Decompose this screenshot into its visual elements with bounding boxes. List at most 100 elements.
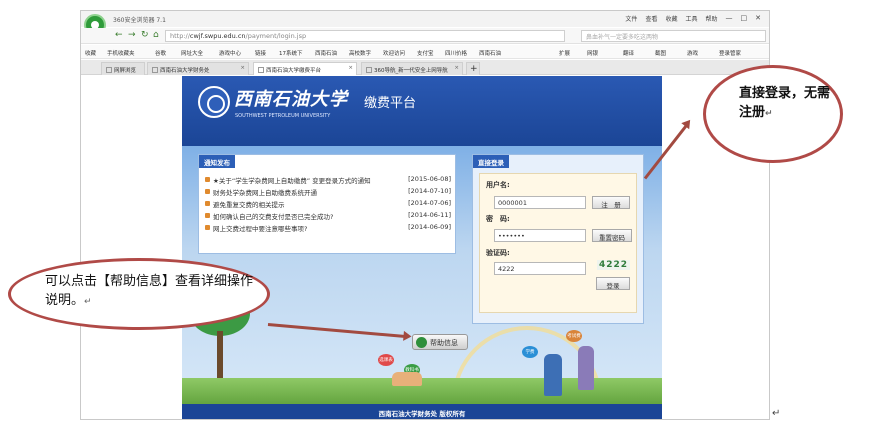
callout-register-label: 直接登录，无需注册 xyxy=(739,86,831,120)
news-title[interactable]: ★关于“学生学杂费网上自助缴费” 变更登录方式的通知 xyxy=(213,175,371,185)
bookmark-item[interactable]: 17系统下 xyxy=(279,49,303,57)
news-item[interactable]: 财务处学杂费网上自助缴费系统开通 [2014-07-10] xyxy=(205,187,451,199)
tab-label: 西南石油大学缴费平台 xyxy=(266,68,322,74)
bookmark-item[interactable]: 西南石油 xyxy=(479,49,501,57)
tab-payment-platform[interactable]: 西南石油大学缴费平台 × xyxy=(253,62,357,75)
refresh-icon[interactable]: ↻ xyxy=(141,30,149,40)
news-title[interactable]: 如何确认自己的交费支付是否已完全成功? xyxy=(213,211,333,221)
student-reading-illustration xyxy=(392,372,422,386)
news-item[interactable]: 网上交费过程中要注意哪些事项? [2014-06-09] xyxy=(205,223,451,235)
page-icon xyxy=(106,67,112,73)
university-emblem-icon xyxy=(198,86,230,118)
address-bar[interactable]: http://cwjf.swpu.edu.cn/payment/login.js… xyxy=(165,30,565,42)
login-panel: 直接登录 用户名: 0000001 注 册 密 码: ••••••• 重置密码 … xyxy=(472,154,644,324)
bookmark-item[interactable]: 支付宝 xyxy=(417,49,434,57)
search-input[interactable]: 鼻血补气一定要多吃这两物 xyxy=(581,30,766,42)
captcha-image[interactable]: 4222 xyxy=(597,260,631,270)
bookmark-item[interactable]: 链接 xyxy=(255,49,266,57)
bookmark-item[interactable]: 收藏 xyxy=(85,49,96,57)
close-tab-icon[interactable]: × xyxy=(454,65,459,71)
help-info-label: 帮助信息 xyxy=(430,339,458,347)
screenshot-item[interactable]: 截图 xyxy=(655,49,666,57)
close-tab-icon[interactable]: × xyxy=(240,65,245,71)
forward-icon[interactable]: → xyxy=(128,30,136,40)
back-icon[interactable]: ← xyxy=(115,30,123,40)
netbank-item[interactable]: 网银 xyxy=(587,49,598,57)
site-header: 西南石油大学 SOUTHWEST PETROLEUM UNIVERSITY 缴费… xyxy=(182,76,662,146)
university-name-en: SOUTHWEST PETROLEUM UNIVERSITY xyxy=(235,113,331,119)
translate-item[interactable]: 翻译 xyxy=(623,49,634,57)
student-boy-illustration xyxy=(544,354,562,396)
tab-label: 360导航_新一代安全上网导航 xyxy=(374,68,448,74)
news-title[interactable]: 财务处学杂费网上自助缴费系统开通 xyxy=(213,187,317,197)
maximize-button[interactable]: □ xyxy=(741,14,748,23)
tab-label: 西南石油大学财务处 xyxy=(160,68,210,74)
bullet-icon xyxy=(205,225,210,230)
home-icon[interactable]: ⌂ xyxy=(153,30,159,40)
username-label: 用户名: xyxy=(486,181,510,189)
menu-view[interactable]: 查看 xyxy=(645,14,657,23)
bookmark-item[interactable]: 西南石油 xyxy=(315,49,337,57)
menu-tools[interactable]: 工具 xyxy=(685,14,697,23)
news-date: [2014-06-09] xyxy=(408,223,451,231)
return-mark: ↵ xyxy=(84,297,92,307)
bookmark-item[interactable]: 谷歌 xyxy=(155,49,166,57)
news-item[interactable]: 如何确认自己的交费支付是否已完全成功? [2014-06-11] xyxy=(205,211,451,223)
address-path: /payment/login.jsp xyxy=(245,32,307,40)
help-info-button[interactable]: 帮助信息 xyxy=(412,334,468,350)
username-input[interactable]: 0000001 xyxy=(494,196,586,209)
password-label: 密 码: xyxy=(486,215,510,223)
close-button[interactable]: ✕ xyxy=(755,14,761,23)
games-item[interactable]: 游戏 xyxy=(687,49,698,57)
news-item[interactable]: ★关于“学生学杂费网上自助缴费” 变更登录方式的通知 [2015-06-08] xyxy=(205,175,451,187)
tab-360-nav[interactable]: 360导航_新一代安全上网导航 × xyxy=(361,62,463,75)
extensions-item[interactable]: 扩展 xyxy=(559,49,570,57)
title-bar: 360安全浏览器 7.1 文件 查看 收藏 工具 帮助 — □ ✕ xyxy=(81,11,769,36)
news-list: ★关于“学生学杂费网上自助缴费” 变更登录方式的通知 [2015-06-08] … xyxy=(205,175,451,235)
menu-bar: 文件 查看 收藏 工具 帮助 — □ ✕ xyxy=(625,14,761,23)
site-footer: 西南石油大学财务处 版权所有 xyxy=(182,404,662,419)
login-manager-item[interactable]: 登录管家 xyxy=(719,49,741,57)
bookmark-item[interactable]: 网址大全 xyxy=(181,49,203,57)
bubble-course-icon: 选课表 xyxy=(378,354,394,366)
menu-favorites[interactable]: 收藏 xyxy=(665,14,677,23)
return-mark: ↵ xyxy=(772,408,781,419)
minimize-button[interactable]: — xyxy=(726,14,733,23)
bookmark-item[interactable]: 手机收藏夹 xyxy=(107,49,135,57)
login-form: 用户名: 0000001 注 册 密 码: ••••••• 重置密码 验证码: … xyxy=(479,173,637,313)
browser-window: 360安全浏览器 7.1 文件 查看 收藏 工具 帮助 — □ ✕ ← → ↻ … xyxy=(80,10,770,420)
bookmark-item[interactable]: 游戏中心 xyxy=(219,49,241,57)
page-viewport: 西南石油大学 SOUTHWEST PETROLEUM UNIVERSITY 缴费… xyxy=(81,76,769,419)
tab-web-browse[interactable]: 网屏浏览 xyxy=(101,62,145,75)
bullet-icon xyxy=(205,189,210,194)
tab-finance-office[interactable]: 西南石油大学财务处 × xyxy=(147,62,249,75)
tree-trunk xyxy=(217,331,223,381)
news-date: [2014-07-06] xyxy=(408,199,451,207)
menu-help[interactable]: 帮助 xyxy=(705,14,717,23)
news-title[interactable]: 避免重复交费的相关提示 xyxy=(213,199,285,209)
login-button[interactable]: 登录 xyxy=(596,277,630,290)
menu-file[interactable]: 文件 xyxy=(625,14,637,23)
news-title[interactable]: 网上交费过程中要注意哪些事项? xyxy=(213,223,307,233)
address-prefix: http:// xyxy=(170,32,190,40)
page-icon xyxy=(152,67,158,73)
navigation-bar: ← → ↻ ⌂ http://cwjf.swpu.edu.cn/payment/… xyxy=(81,28,769,44)
register-button[interactable]: 注 册 xyxy=(592,196,630,209)
password-input[interactable]: ••••••• xyxy=(494,229,586,242)
new-tab-button[interactable]: + xyxy=(466,62,480,75)
bullet-icon xyxy=(205,177,210,182)
bookmarks-bar: 收藏 手机收藏夹 谷歌 网址大全 游戏中心 链接 17系统下 西南石油 高校数字… xyxy=(81,45,769,59)
news-date: [2014-06-11] xyxy=(408,211,451,219)
news-date: [2015-06-08] xyxy=(408,175,451,183)
news-panel: 通知发布 ★关于“学生学杂费网上自助缴费” 变更登录方式的通知 [2015-06… xyxy=(198,154,456,254)
callout-help: 可以点击【帮助信息】查看详细操作说明。↵ xyxy=(8,258,270,330)
reset-password-button[interactable]: 重置密码 xyxy=(592,229,632,242)
bookmark-item[interactable]: 高校数字 xyxy=(349,49,371,57)
login-heading: 直接登录 xyxy=(473,155,509,168)
close-tab-icon[interactable]: × xyxy=(348,65,353,71)
bookmark-item[interactable]: 四川价格 xyxy=(445,49,467,57)
captcha-input[interactable]: 4222 xyxy=(494,262,586,275)
bookmark-item[interactable]: 欢迎访问 xyxy=(383,49,405,57)
bubble-tuition-icon: 学费 xyxy=(522,346,538,358)
news-item[interactable]: 避免重复交费的相关提示 [2014-07-06] xyxy=(205,199,451,211)
